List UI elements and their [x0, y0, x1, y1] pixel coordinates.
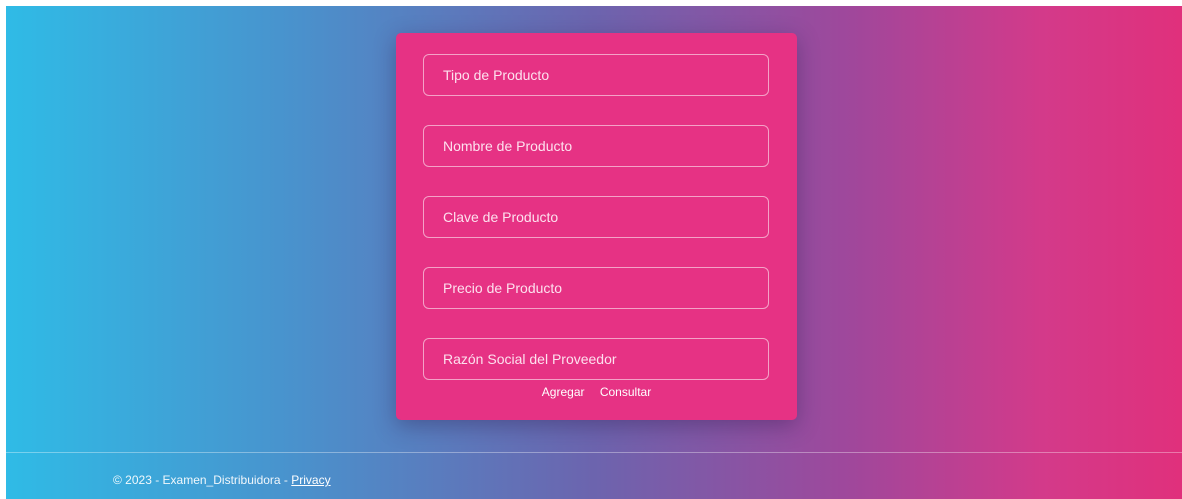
product-price-input[interactable] [423, 267, 769, 309]
privacy-link[interactable]: Privacy [291, 473, 330, 487]
product-type-input[interactable] [423, 54, 769, 96]
footer-copyright: © 2023 - Examen_Distribuidora - [113, 473, 292, 487]
product-key-input[interactable] [423, 196, 769, 238]
product-name-input[interactable] [423, 125, 769, 167]
supplier-name-input[interactable] [423, 338, 769, 380]
page-background: Agregar Consultar © 2023 - Examen_Distri… [6, 6, 1182, 499]
query-link[interactable]: Consultar [600, 385, 651, 399]
footer: © 2023 - Examen_Distribuidora - Privacy [113, 473, 331, 487]
add-link[interactable]: Agregar [542, 385, 585, 399]
product-form-card: Agregar Consultar [396, 33, 797, 420]
footer-divider [6, 452, 1182, 453]
form-actions: Agregar Consultar [396, 385, 797, 399]
